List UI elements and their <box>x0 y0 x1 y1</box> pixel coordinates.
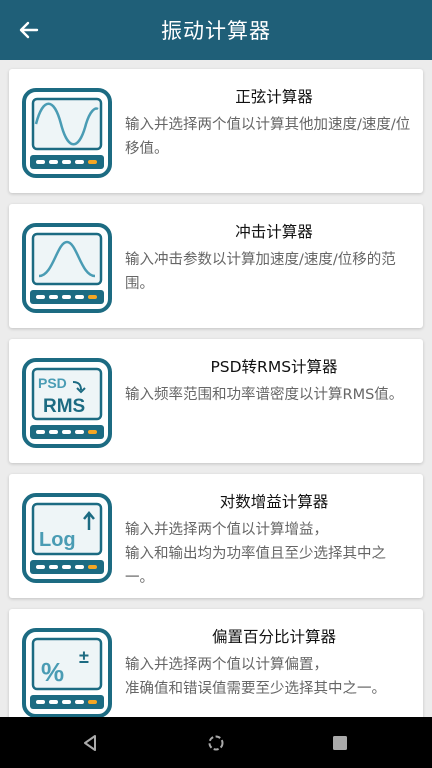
card-title: PSD转RMS计算器 <box>210 358 338 376</box>
psd-rms-calculator-icon: PSD RMS <box>21 357 113 449</box>
system-nav-bar <box>0 717 432 768</box>
app-bar: 振动计算器 <box>0 0 432 60</box>
card-description: 输入并选择两个值以计算增益， 输入和输出均为功率值且至少选择其中之一。 <box>125 522 386 586</box>
log-gain-calculator-icon: Log <box>21 492 113 584</box>
rms-label: RMS <box>43 396 85 417</box>
card-title: 冲击计算器 <box>235 223 313 241</box>
plus-minus-label: ± <box>79 647 89 667</box>
card-bias-percent-calculator[interactable]: % ± 偏置百分比计算器 输入并选择两个值以计算偏置， 准确值和错误值需要至少选… <box>9 609 423 717</box>
bias-percent-calculator-icon: % ± <box>21 627 113 717</box>
card-sine-calculator[interactable]: 正弦计算器 输入并选择两个值以计算其他加速度/速度/位移值。 <box>9 69 423 193</box>
calculator-list: 正弦计算器 输入并选择两个值以计算其他加速度/速度/位移值。 冲击计算器 输入冲… <box>0 60 432 717</box>
nav-back-icon[interactable] <box>78 731 102 755</box>
card-description: 输入频率范围和功率谱密度以计算RMS值。 <box>125 387 404 403</box>
card-title: 正弦计算器 <box>235 88 313 106</box>
sine-wave-calculator-icon <box>21 87 113 179</box>
card-description: 输入并选择两个值以计算偏置， 准确值和错误值需要至少选择其中之一。 <box>125 657 386 697</box>
log-label: Log <box>39 529 76 551</box>
card-title: 偏置百分比计算器 <box>211 628 336 646</box>
card-psd-rms-calculator[interactable]: PSD RMS PSD转RMS计算器 输入频率范围和功率谱密度以计算RMS值。 <box>9 339 423 463</box>
card-log-gain-calculator[interactable]: Log 对数增益计算器 输入并选择两个值以计算增益， 输入和输出均为功率值且至少… <box>9 474 423 598</box>
shock-pulse-calculator-icon <box>21 222 113 314</box>
percent-label: % <box>41 657 64 687</box>
nav-recents-icon[interactable] <box>328 731 352 755</box>
card-shock-calculator[interactable]: 冲击计算器 输入冲击参数以计算加速度/速度/位移的范围。 <box>9 204 423 328</box>
page-title: 振动计算器 <box>161 19 271 43</box>
card-title: 对数增益计算器 <box>219 493 329 511</box>
nav-home-icon[interactable] <box>204 731 228 755</box>
card-description: 输入并选择两个值以计算其他加速度/速度/位移值。 <box>125 117 411 157</box>
card-description: 输入冲击参数以计算加速度/速度/位移的范围。 <box>125 252 396 292</box>
psd-label: PSD <box>38 375 67 391</box>
